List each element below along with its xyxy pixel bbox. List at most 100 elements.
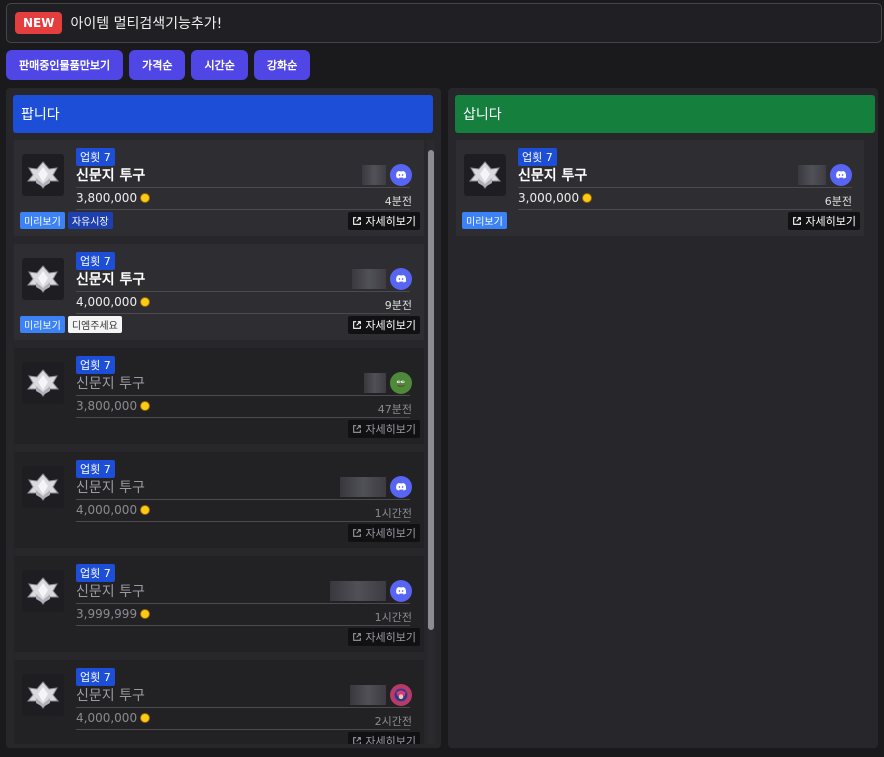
helmet-icon xyxy=(26,577,60,605)
divider xyxy=(76,499,410,500)
filter-bar: 판매중인물품만보기 가격순 시간순 강화순 xyxy=(6,50,311,80)
external-link-icon xyxy=(353,425,362,433)
coin-icon xyxy=(582,193,593,203)
sort-time-button[interactable]: 시간순 xyxy=(191,50,248,80)
note-tag: 디엠주세요 xyxy=(67,316,122,333)
divider xyxy=(76,187,410,188)
discord-icon[interactable] xyxy=(830,164,852,186)
anime-avatar-icon[interactable] xyxy=(390,684,412,706)
divider xyxy=(76,313,410,314)
discord-icon[interactable] xyxy=(390,268,412,290)
preview-tag[interactable]: 미리보기 xyxy=(462,212,507,229)
item-thumbnail xyxy=(22,362,64,404)
item-price: 3,800,000 xyxy=(76,191,151,205)
external-link-icon xyxy=(353,529,362,537)
item-name: 신문지 투구 xyxy=(76,376,145,392)
detail-button[interactable]: 자세히보기 xyxy=(788,212,860,230)
item-price: 4,000,000 xyxy=(76,503,151,517)
divider xyxy=(76,625,410,626)
divider xyxy=(76,729,410,730)
divider xyxy=(76,707,410,708)
blurred-username xyxy=(352,269,386,289)
helmet-icon xyxy=(26,369,60,397)
blurred-username xyxy=(330,581,386,601)
pepe-avatar-icon[interactable] xyxy=(390,372,412,394)
level-badge: 업횟 7 xyxy=(76,460,115,478)
item-thumbnail xyxy=(22,258,64,300)
sort-price-button[interactable]: 가격순 xyxy=(129,50,186,80)
discord-icon[interactable] xyxy=(390,580,412,602)
coin-icon xyxy=(140,193,151,203)
helmet-icon xyxy=(468,161,502,189)
sell-panel-header: 팝니다 xyxy=(13,95,433,133)
item-card[interactable]: 업횟 7 신문지 투구 3,000,000 6분전 미리보기 자세히보기 xyxy=(456,140,864,236)
external-link-icon xyxy=(353,217,362,225)
filter-on-sale-button[interactable]: 판매중인물품만보기 xyxy=(6,50,124,80)
coin-icon xyxy=(140,713,151,723)
item-price: 3,800,000 xyxy=(76,399,151,413)
discord-icon[interactable] xyxy=(390,164,412,186)
coin-icon xyxy=(140,401,151,411)
discord-icon[interactable] xyxy=(390,476,412,498)
level-badge: 업횟 7 xyxy=(76,252,115,270)
blurred-username xyxy=(350,685,386,705)
tag-row: 미리보기 디엠주세요 xyxy=(20,316,122,333)
sell-list[interactable]: 업횟 7 신문지 투구 3,800,000 4분전 미리보기 자유시장 자세히보기 업횟 7신… xyxy=(14,140,424,744)
external-link-icon xyxy=(353,633,362,641)
posted-time: 9분전 xyxy=(384,299,412,312)
helmet-icon xyxy=(26,473,60,501)
posted-time: 2시간전 xyxy=(374,715,412,728)
buy-panel: 삽니다 업횟 7 신문지 투구 3,000,000 6분전 미리보기 자세히보기 xyxy=(448,88,878,748)
blurred-username xyxy=(364,373,386,393)
detail-button[interactable]: 자세히보기 xyxy=(348,420,420,438)
item-price: 3,000,000 xyxy=(518,191,593,205)
note-tag: 자유시장 xyxy=(67,212,113,229)
detail-button[interactable]: 자세히보기 xyxy=(348,524,420,542)
item-name: 신문지 투구 xyxy=(76,272,146,288)
preview-tag[interactable]: 미리보기 xyxy=(20,212,65,229)
detail-button[interactable]: 자세히보기 xyxy=(348,212,420,230)
detail-button[interactable]: 자세히보기 xyxy=(348,732,420,744)
tag-row: 미리보기 자유시장 xyxy=(20,212,113,229)
preview-tag[interactable]: 미리보기 xyxy=(20,316,65,333)
detail-button[interactable]: 자세히보기 xyxy=(348,628,420,646)
new-badge: NEW xyxy=(15,12,63,34)
blurred-username xyxy=(362,165,386,185)
level-badge: 업횟 7 xyxy=(76,564,115,582)
sort-enhance-button[interactable]: 강화순 xyxy=(253,50,311,80)
coin-icon xyxy=(140,505,151,515)
notice-banner[interactable]: NEW 아이템 멀티검색기능추가! xyxy=(6,3,882,43)
item-card[interactable]: 업횟 7 신문지 투구 4,000,000 1시간전 자세히보기 xyxy=(14,452,424,548)
item-thumbnail xyxy=(22,466,64,508)
sell-scrollbar[interactable] xyxy=(427,140,435,744)
buy-panel-header: 삽니다 xyxy=(455,95,875,133)
divider xyxy=(76,291,410,292)
item-card[interactable]: 업횟 7 신문지 투구 4,000,000 2시간전 자세히보기 xyxy=(14,660,424,744)
item-name: 신문지 투구 xyxy=(76,168,146,184)
buy-list[interactable]: 업횟 7 신문지 투구 3,000,000 6분전 미리보기 자세히보기 xyxy=(456,140,864,240)
posted-time: 4분전 xyxy=(384,195,412,208)
posted-time: 6분전 xyxy=(824,195,852,208)
external-link-icon xyxy=(793,217,802,225)
item-card[interactable]: 업횟 7 신문지 투구 4,000,000 9분전미리보기 디엠주세요 자세히보기 xyxy=(14,244,424,340)
divider xyxy=(76,395,410,396)
sell-panel: 팝니다 업횟 7 신문지 투구 3,800,000 4분전 미리보기 자유시장 자세히보기 업… xyxy=(6,88,441,748)
item-price: 3,999,999 xyxy=(76,607,151,621)
divider xyxy=(76,603,410,604)
divider xyxy=(76,417,410,418)
helmet-icon xyxy=(26,265,60,293)
external-link-icon xyxy=(353,321,362,329)
divider xyxy=(518,187,852,188)
item-thumbnail xyxy=(464,154,506,196)
posted-time: 47분전 xyxy=(377,403,412,416)
tag-row: 미리보기 xyxy=(462,212,507,229)
detail-button[interactable]: 자세히보기 xyxy=(348,316,420,334)
item-card[interactable]: 업횟 7 신문지 투구 3,800,000 4분전 미리보기 자유시장 자세히보기 xyxy=(14,140,424,236)
item-price: 4,000,000 xyxy=(76,295,151,309)
blurred-username xyxy=(340,477,386,497)
level-badge: 업횟 7 xyxy=(76,668,115,686)
item-name: 신문지 투구 xyxy=(76,480,145,496)
scrollbar-thumb[interactable] xyxy=(428,150,434,630)
item-card[interactable]: 업횟 7 신문지 투구 3,999,999 1시간전 자세히보기 xyxy=(14,556,424,652)
item-card[interactable]: 업횟 7 신문지 투구 3,800,000 47분전 자세히보기 xyxy=(14,348,424,444)
